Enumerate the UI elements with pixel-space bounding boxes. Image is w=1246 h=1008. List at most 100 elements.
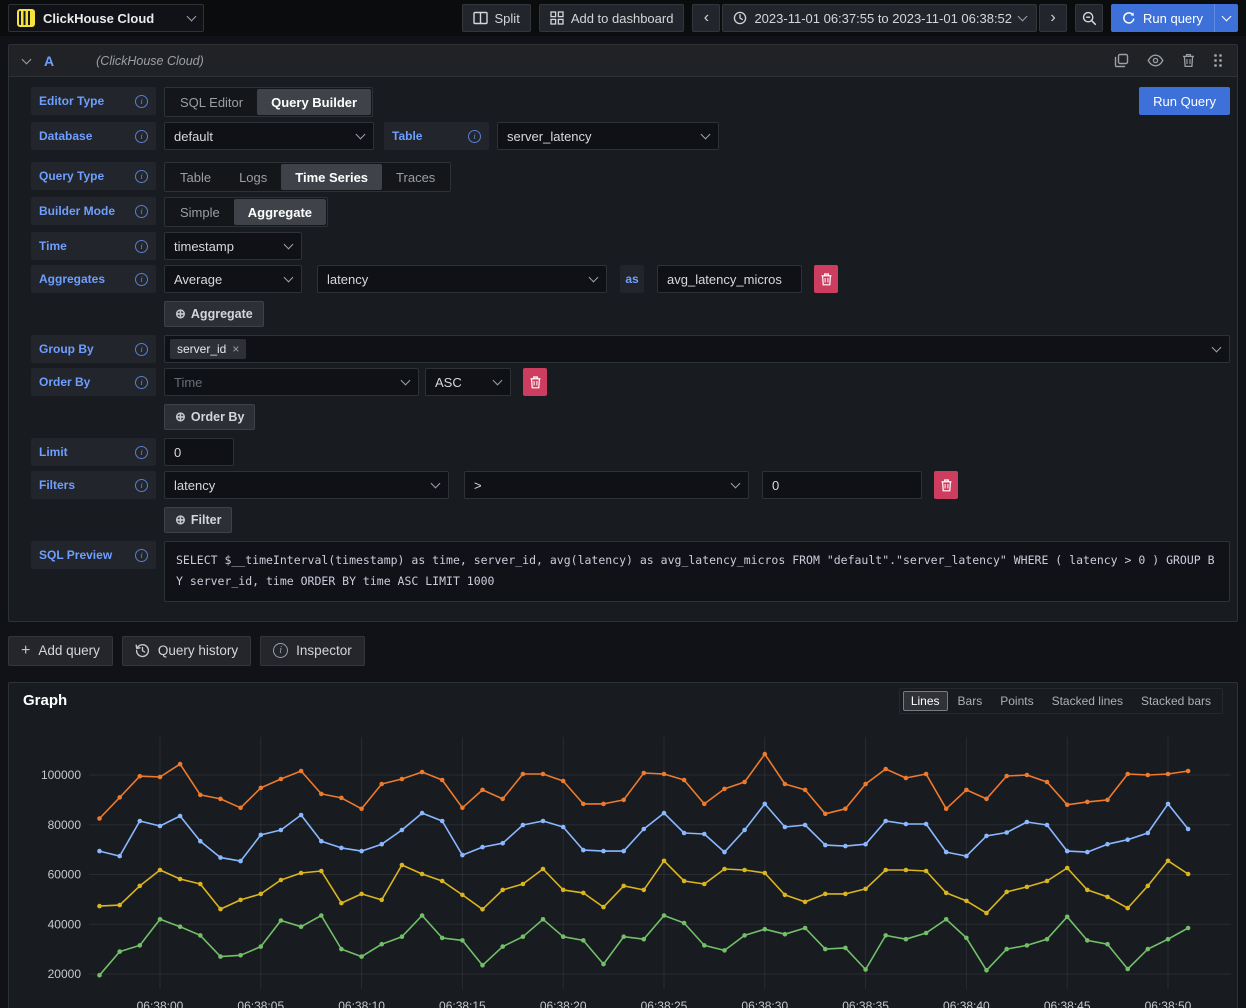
- query-history-button[interactable]: Query history: [122, 636, 251, 666]
- duplicate-query-icon[interactable]: [1114, 53, 1129, 68]
- info-icon[interactable]: i: [135, 549, 148, 562]
- info-icon[interactable]: i: [135, 95, 148, 108]
- remove-filter-button[interactable]: [934, 471, 958, 499]
- graph-panel: Graph Lines Bars Points Stacked lines St…: [8, 682, 1238, 1008]
- run-query-caret-button[interactable]: [1214, 4, 1238, 32]
- trash-icon: [821, 273, 832, 286]
- info-icon[interactable]: i: [135, 130, 148, 143]
- chevron-down-icon: [589, 272, 599, 282]
- hide-response-eye-icon[interactable]: [1147, 54, 1164, 67]
- graph-style-bars[interactable]: Bars: [950, 691, 991, 711]
- info-icon[interactable]: i: [135, 446, 148, 459]
- order-by-field-select[interactable]: Time: [164, 368, 419, 396]
- group-by-multiselect[interactable]: server_id×: [164, 335, 1230, 363]
- info-icon[interactable]: i: [135, 273, 148, 286]
- inspector-button[interactable]: i Inspector: [260, 636, 365, 666]
- time-column-select[interactable]: timestamp: [164, 232, 302, 260]
- explore-content: A (ClickHouse Cloud) Run Query Editor Ty…: [0, 36, 1246, 1008]
- drag-handle-icon[interactable]: [1213, 53, 1223, 68]
- sql-preview-text: SELECT $__timeInterval(timestamp) as tim…: [164, 541, 1230, 602]
- database-select[interactable]: default: [164, 122, 374, 150]
- query-row-header[interactable]: A (ClickHouse Cloud): [9, 45, 1237, 77]
- time-range-button[interactable]: 2023-11-01 06:37:55 to 2023-11-01 06:38:…: [722, 4, 1037, 32]
- info-icon[interactable]: i: [135, 170, 148, 183]
- time-picker-group: ‹ 2023-11-01 06:37:55 to 2023-11-01 06:3…: [692, 4, 1067, 32]
- info-icon[interactable]: i: [135, 205, 148, 218]
- aggregate-alias-input[interactable]: avg_latency_micros: [657, 265, 802, 293]
- filters-label: Filtersi: [31, 471, 156, 499]
- add-order-by-button[interactable]: ⊕Order By: [164, 404, 255, 430]
- collapse-chevron-icon[interactable]: [22, 55, 32, 65]
- split-button[interactable]: Split: [462, 4, 531, 32]
- graph-title: Graph: [23, 692, 899, 709]
- filter-value-input[interactable]: 0: [762, 471, 922, 499]
- clickhouse-logo-icon: [17, 9, 35, 27]
- time-shift-forward-button[interactable]: ›: [1039, 4, 1067, 32]
- aggregate-column-select[interactable]: latency: [317, 265, 607, 293]
- builder-mode-aggregate[interactable]: Aggregate: [234, 199, 326, 225]
- split-label: Split: [495, 11, 520, 26]
- circle-plus-icon: ⊕: [175, 306, 186, 322]
- time-shift-back-button[interactable]: ‹: [692, 4, 720, 32]
- chevron-down-icon: [356, 129, 366, 139]
- graph-panel-header: Graph Lines Bars Points Stacked lines St…: [9, 683, 1237, 719]
- info-icon[interactable]: i: [468, 130, 481, 143]
- zoom-out-button[interactable]: [1075, 4, 1103, 32]
- remove-query-trash-icon[interactable]: [1182, 53, 1195, 68]
- remove-order-by-button[interactable]: [523, 368, 547, 396]
- explore-actions: + Add query Query history i Inspector: [8, 636, 1238, 666]
- query-type-time-series[interactable]: Time Series: [281, 164, 382, 190]
- timeseries-chart[interactable]: 2000040000600008000010000006:38:0006:38:…: [9, 719, 1237, 1008]
- graph-style-stacked-bars[interactable]: Stacked bars: [1133, 691, 1219, 711]
- query-type-table[interactable]: Table: [166, 164, 225, 190]
- datasource-picker[interactable]: ClickHouse Cloud: [8, 4, 204, 32]
- table-select[interactable]: server_latency: [497, 122, 719, 150]
- query-type-traces[interactable]: Traces: [382, 164, 449, 190]
- clock-icon: [733, 11, 747, 25]
- query-builder-form: Run Query Editor Typei SQL Editor Query …: [9, 77, 1237, 621]
- add-aggregate-button[interactable]: ⊕Aggregate: [164, 301, 264, 327]
- query-type-logs[interactable]: Logs: [225, 164, 281, 190]
- limit-input[interactable]: 0: [164, 438, 234, 466]
- svg-text:40000: 40000: [48, 917, 82, 931]
- info-icon[interactable]: i: [135, 343, 148, 356]
- order-by-direction-select[interactable]: ASC: [425, 368, 511, 396]
- svg-text:60000: 60000: [48, 867, 82, 881]
- graph-style-lines[interactable]: Lines: [903, 691, 948, 711]
- editor-type-toggle: SQL Editor Query Builder: [164, 87, 373, 117]
- run-query-button[interactable]: Run query: [1111, 4, 1214, 32]
- graph-style-points[interactable]: Points: [992, 691, 1041, 711]
- editor-type-sql-editor[interactable]: SQL Editor: [166, 89, 257, 115]
- svg-text:80000: 80000: [48, 817, 82, 831]
- add-filter-button[interactable]: ⊕Filter: [164, 507, 232, 533]
- builder-mode-simple[interactable]: Simple: [166, 199, 234, 225]
- filter-field-select[interactable]: latency: [164, 471, 449, 499]
- chevron-down-icon: [1018, 11, 1028, 21]
- run-query-panel-button[interactable]: Run Query: [1139, 87, 1230, 115]
- aggregate-function-select[interactable]: Average: [164, 265, 302, 293]
- chevron-down-icon: [493, 375, 503, 385]
- add-to-dashboard-button[interactable]: Add to dashboard: [539, 4, 685, 32]
- as-badge: as: [620, 265, 644, 293]
- trash-icon: [530, 376, 541, 389]
- svg-text:06:38:50: 06:38:50: [1145, 999, 1192, 1008]
- graph-style-stacked-lines[interactable]: Stacked lines: [1044, 691, 1131, 711]
- info-icon[interactable]: i: [135, 479, 148, 492]
- info-icon[interactable]: i: [135, 376, 148, 389]
- remove-tag-icon[interactable]: ×: [232, 342, 239, 356]
- split-icon: [473, 11, 488, 25]
- add-query-button[interactable]: + Add query: [8, 636, 113, 666]
- refresh-icon: [1122, 11, 1136, 25]
- editor-type-query-builder[interactable]: Query Builder: [257, 89, 371, 115]
- filter-operator-select[interactable]: >: [464, 471, 749, 499]
- svg-text:100000: 100000: [41, 768, 81, 782]
- history-icon: [135, 643, 150, 658]
- svg-text:06:38:05: 06:38:05: [237, 999, 284, 1008]
- zoom-out-icon: [1082, 11, 1097, 26]
- chevron-down-icon: [187, 11, 197, 21]
- info-icon[interactable]: i: [135, 240, 148, 253]
- run-query-split-button: Run query: [1111, 4, 1238, 32]
- query-ref-id: A: [44, 53, 54, 69]
- remove-aggregate-button[interactable]: [814, 265, 838, 293]
- sql-preview-label: SQL Previewi: [31, 541, 156, 569]
